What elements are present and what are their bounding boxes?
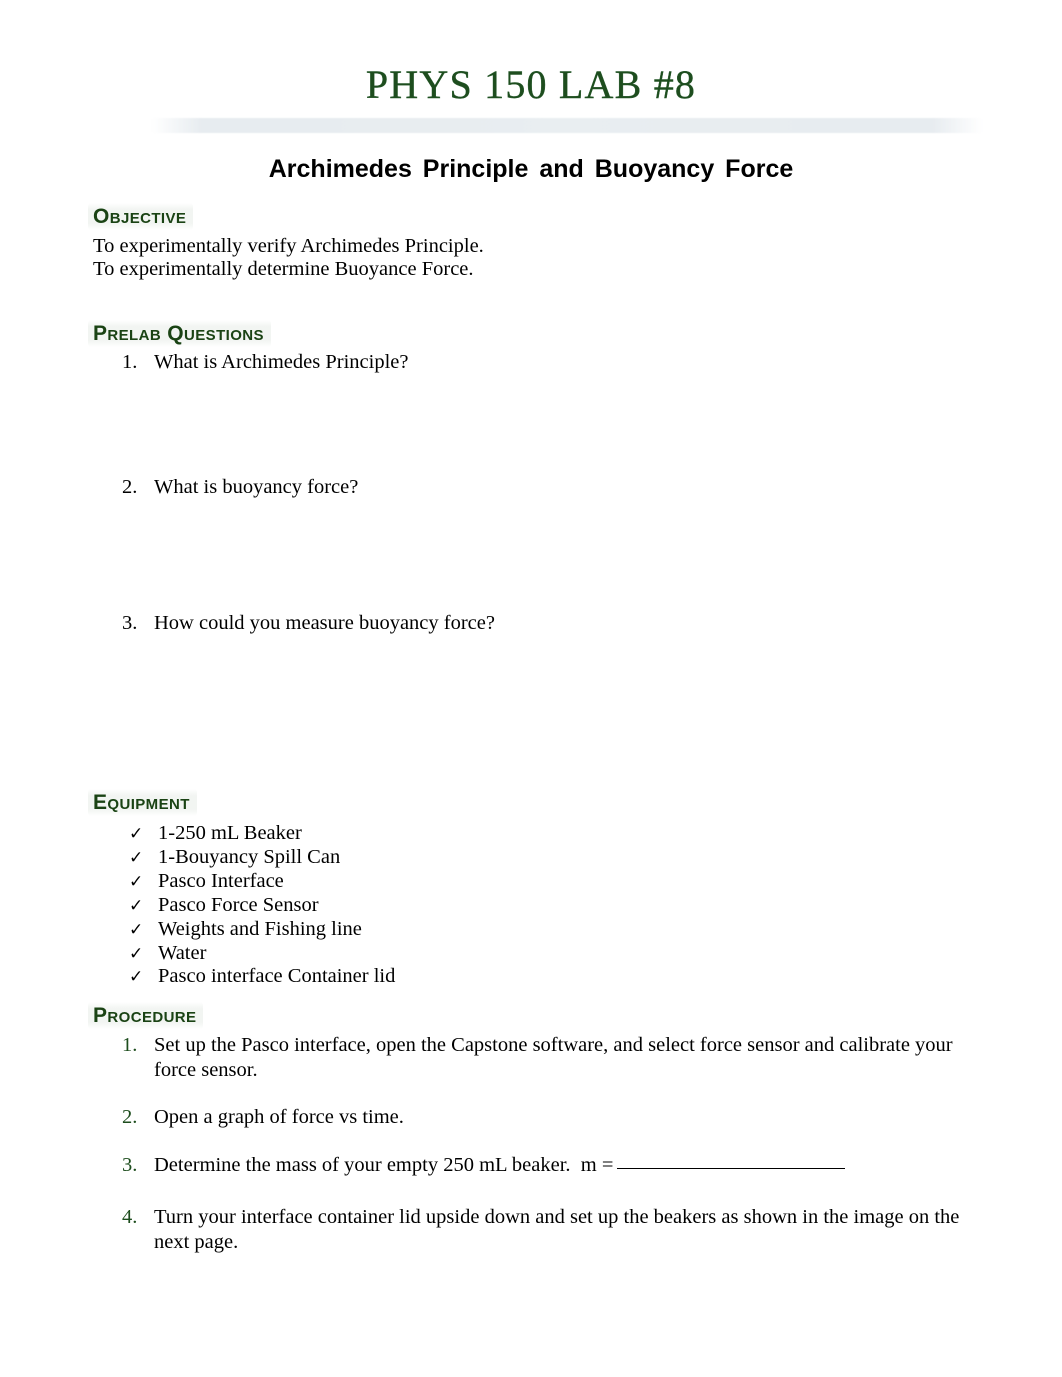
- check-icon: ✓: [129, 920, 144, 940]
- procedure-step-2-number: 2.: [122, 1106, 138, 1128]
- title-divider-rule: [152, 118, 982, 133]
- mass-field-blank[interactable]: [617, 1167, 846, 1169]
- lab-handout-page: PHYS 150 LAB #8 Archimedes Principle and…: [0, 0, 1062, 1377]
- prelab-question-3: 3. How could you measure buoyancy force?: [122, 611, 862, 636]
- equipment-item: ✓ Water: [129, 941, 729, 966]
- objective-line-1: To experimentally verify Archimedes Prin…: [93, 235, 484, 257]
- equipment-item: ✓ Weights and Fishing line: [129, 917, 729, 942]
- check-icon: ✓: [129, 872, 144, 892]
- check-icon: ✓: [129, 848, 144, 868]
- procedure-step-1-number: 1.: [122, 1034, 138, 1056]
- procedure-step-1-text: Set up the Pasco interface, open the Cap…: [154, 1034, 953, 1081]
- heading-prelab-questions: Prelab Questions: [88, 320, 271, 347]
- prelab-question-1: 1. What is Archimedes Principle?: [122, 350, 862, 375]
- check-icon: ✓: [129, 896, 144, 916]
- mass-field-label: m =: [580, 1154, 614, 1176]
- prelab-question-3-number: 3.: [122, 612, 138, 634]
- prelab-question-2-text: What is buoyancy force?: [154, 476, 359, 498]
- equipment-item: ✓ Pasco Interface: [129, 869, 729, 894]
- equipment-item-label: Water: [158, 942, 207, 964]
- heading-equipment: Equipment: [88, 789, 197, 816]
- equipment-item-label: 1-Bouyancy Spill Can: [158, 846, 341, 868]
- procedure-step-4-number: 4.: [122, 1206, 138, 1228]
- procedure-step-3-number: 3.: [122, 1154, 138, 1176]
- equipment-item-label: Pasco interface Container lid: [158, 965, 396, 987]
- prelab-question-2: 2. What is buoyancy force?: [122, 475, 862, 500]
- check-icon: ✓: [129, 824, 144, 844]
- equipment-item-label: 1-250 mL Beaker: [158, 822, 302, 844]
- title-block: PHYS 150 LAB #8: [0, 62, 1062, 108]
- document-subtitle: Archimedes Principle and Buoyancy Force: [268, 155, 794, 183]
- prelab-question-2-number: 2.: [122, 476, 138, 498]
- heading-objective: Objective: [88, 203, 194, 230]
- equipment-item: ✓ Pasco interface Container lid: [129, 964, 729, 989]
- heading-procedure: Procedure: [88, 1002, 204, 1029]
- check-icon: ✓: [129, 944, 144, 964]
- prelab-question-1-number: 1.: [122, 351, 138, 373]
- procedure-step-3-body: Determine the mass of your empty 250 mL …: [154, 1153, 974, 1178]
- prelab-question-3-text: How could you measure buoyancy force?: [154, 612, 495, 634]
- procedure-step-3-text: Determine the mass of your empty 250 mL …: [154, 1154, 571, 1176]
- equipment-item-label: Pasco Force Sensor: [158, 894, 319, 916]
- procedure-step-3: 3. Determine the mass of your empty 250 …: [122, 1153, 974, 1178]
- procedure-step-4: 4. Turn your interface container lid ups…: [122, 1205, 974, 1255]
- procedure-step-4-text: Turn your interface container lid upside…: [154, 1206, 960, 1253]
- equipment-item-label: Pasco Interface: [158, 870, 284, 892]
- equipment-item-label: Weights and Fishing line: [158, 918, 362, 940]
- equipment-item: ✓ 1-Bouyancy Spill Can: [129, 845, 729, 870]
- equipment-item: ✓ Pasco Force Sensor: [129, 893, 729, 918]
- procedure-step-1: 1. Set up the Pasco interface, open the …: [122, 1033, 974, 1083]
- procedure-step-2: 2. Open a graph of force vs time.: [122, 1105, 974, 1130]
- check-icon: ✓: [129, 967, 144, 987]
- document-title: PHYS 150 LAB #8: [365, 62, 697, 107]
- equipment-item: ✓ 1-250 mL Beaker: [129, 821, 729, 846]
- prelab-question-1-text: What is Archimedes Principle?: [154, 351, 409, 373]
- procedure-step-2-text: Open a graph of force vs time.: [154, 1106, 404, 1128]
- objective-line-2: To experimentally determine Buoyance For…: [93, 258, 474, 280]
